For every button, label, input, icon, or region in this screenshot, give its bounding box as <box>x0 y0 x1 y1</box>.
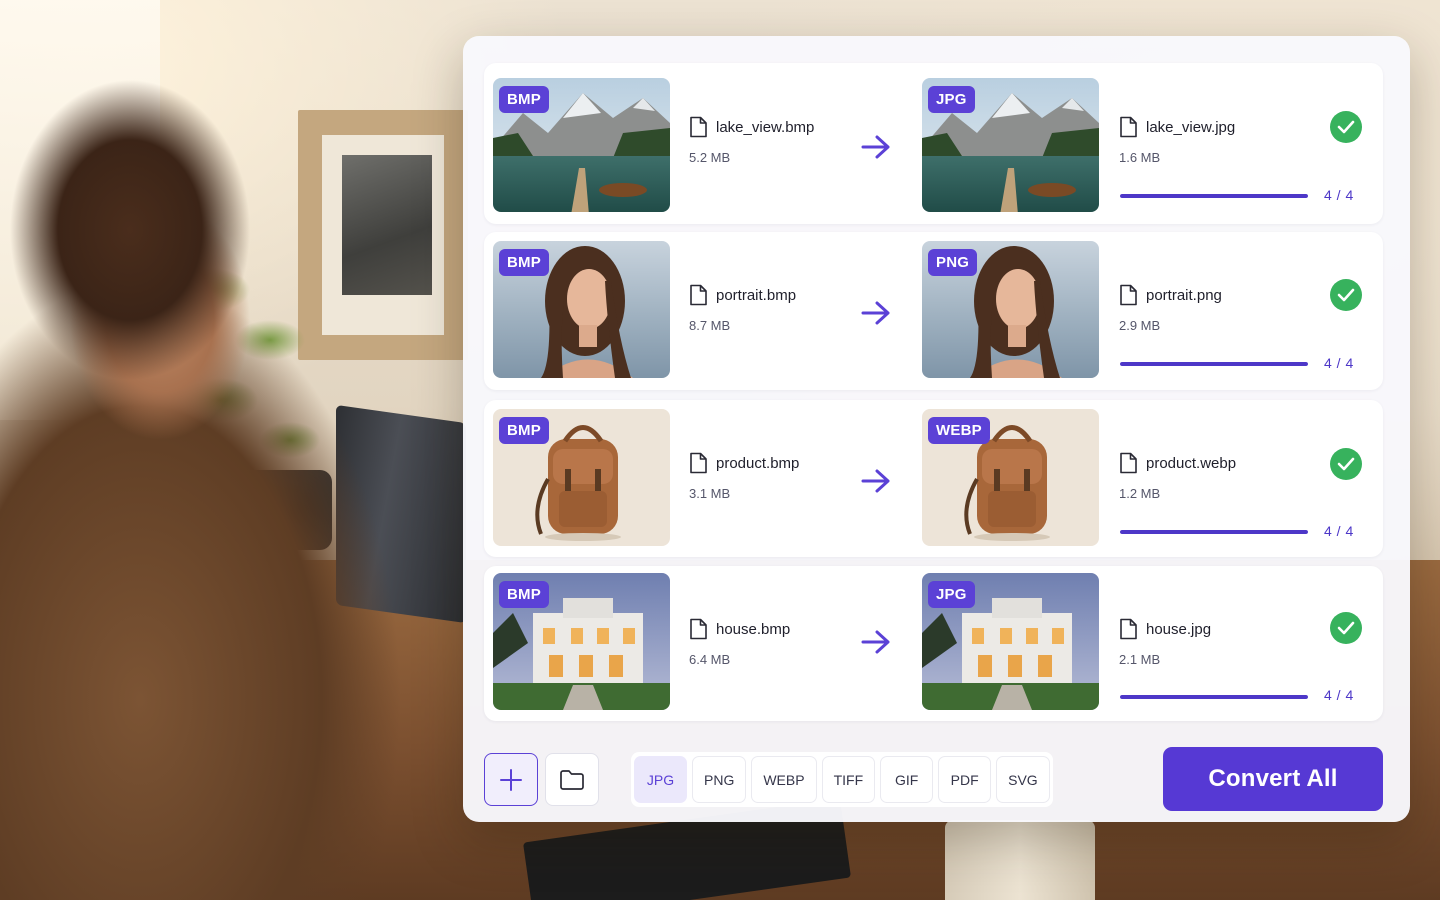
format-badge: BMP <box>499 417 549 444</box>
source-file-info: house.bmp 6.4 MB <box>689 618 790 667</box>
conversion-row: BMP product.bmp 3.1 MB WEBP product.webp… <box>484 400 1383 557</box>
folder-icon <box>560 769 584 790</box>
format-badge: BMP <box>499 581 549 608</box>
progress-count: 4 / 4 <box>1324 687 1354 703</box>
arrow-right-icon <box>861 135 890 159</box>
arrow-right-icon <box>861 469 890 493</box>
bottom-toolbar: JPG PNG WEBP TIFF GIF PDF SVG Convert Al… <box>484 747 1383 811</box>
target-thumbnail[interactable]: JPG <box>922 78 1099 212</box>
format-badge: JPG <box>928 581 975 608</box>
file-icon <box>690 284 707 306</box>
format-option-png[interactable]: PNG <box>692 756 747 803</box>
file-icon <box>1120 116 1137 138</box>
open-folder-button[interactable] <box>545 753 599 806</box>
source-file-name: lake_view.bmp <box>716 118 815 136</box>
progress-fill <box>1120 530 1308 534</box>
target-file-info: lake_view.jpg 1.6 MB <box>1119 116 1235 165</box>
target-file-info: house.jpg 2.1 MB <box>1119 618 1211 667</box>
image-converter-window: BMP lake_view.bmp 5.2 MB JPG lake_view.j… <box>463 36 1410 822</box>
file-icon <box>1120 452 1137 474</box>
format-option-tiff[interactable]: TIFF <box>821 756 876 803</box>
target-file-info: product.webp 1.2 MB <box>1119 452 1236 501</box>
file-icon <box>1120 284 1137 306</box>
target-thumbnail[interactable]: PNG <box>922 241 1099 378</box>
format-option-gif[interactable]: GIF <box>880 756 934 803</box>
source-file-name: product.bmp <box>716 454 800 472</box>
format-badge: BMP <box>499 86 549 113</box>
source-thumbnail[interactable]: BMP <box>493 573 670 710</box>
source-thumbnail[interactable]: BMP <box>493 241 670 378</box>
target-file-size: 2.1 MB <box>1119 652 1161 667</box>
format-badge: PNG <box>928 249 978 276</box>
conversion-row: BMP house.bmp 6.4 MB JPG house.jpg 2.1 M… <box>484 566 1383 721</box>
target-file-name: product.webp <box>1146 454 1237 472</box>
source-file-info: product.bmp 3.1 MB <box>689 452 799 501</box>
output-format-selector: JPG PNG WEBP TIFF GIF PDF SVG <box>631 752 1053 807</box>
checkmark-icon <box>1330 612 1362 644</box>
target-file-size: 2.9 MB <box>1119 318 1161 333</box>
progress-count: 4 / 4 <box>1324 523 1354 539</box>
target-file-name: lake_view.jpg <box>1146 118 1236 136</box>
file-icon <box>690 618 707 640</box>
add-files-button[interactable] <box>484 753 538 806</box>
source-file-name: portrait.bmp <box>716 286 797 304</box>
source-file-info: portrait.bmp 8.7 MB <box>689 284 796 333</box>
format-option-pdf[interactable]: PDF <box>938 756 992 803</box>
progress-fill <box>1120 194 1308 198</box>
source-file-size: 8.7 MB <box>689 318 731 333</box>
target-thumbnail[interactable]: WEBP <box>922 409 1099 546</box>
person-at-laptop <box>0 60 440 900</box>
target-file-size: 1.6 MB <box>1119 150 1161 165</box>
format-option-svg[interactable]: SVG <box>996 756 1050 803</box>
source-file-size: 6.4 MB <box>689 652 731 667</box>
coffee-mug <box>945 820 1095 900</box>
format-badge: JPG <box>928 86 975 113</box>
progress-fill <box>1120 695 1308 699</box>
progress-bar <box>1120 530 1308 534</box>
file-icon <box>690 116 707 138</box>
target-file-size: 1.2 MB <box>1119 486 1161 501</box>
target-thumbnail[interactable]: JPG <box>922 573 1099 710</box>
source-file-name: house.bmp <box>716 620 791 638</box>
target-file-name: portrait.png <box>1146 286 1222 304</box>
source-file-size: 5.2 MB <box>689 150 731 165</box>
progress-bar <box>1120 194 1308 198</box>
arrow-right-icon <box>861 630 890 654</box>
progress-count: 4 / 4 <box>1324 355 1354 371</box>
source-thumbnail[interactable]: BMP <box>493 78 670 212</box>
checkmark-icon <box>1330 448 1362 480</box>
convert-all-button[interactable]: Convert All <box>1163 747 1383 811</box>
format-option-jpg[interactable]: JPG <box>634 756 687 803</box>
source-thumbnail[interactable]: BMP <box>493 409 670 546</box>
file-icon <box>1120 618 1137 640</box>
checkmark-icon <box>1330 111 1362 143</box>
conversion-list: BMP lake_view.bmp 5.2 MB JPG lake_view.j… <box>484 63 1383 729</box>
format-badge: WEBP <box>928 417 990 444</box>
progress-count: 4 / 4 <box>1324 187 1354 203</box>
conversion-row: BMP portrait.bmp 8.7 MB PNG portrait.png… <box>484 232 1383 390</box>
progress-bar <box>1120 362 1308 366</box>
target-file-info: portrait.png 2.9 MB <box>1119 284 1222 333</box>
format-option-webp[interactable]: WEBP <box>751 756 817 803</box>
source-file-size: 3.1 MB <box>689 486 731 501</box>
progress-fill <box>1120 362 1308 366</box>
plus-icon <box>500 768 522 791</box>
target-file-name: house.jpg <box>1146 620 1212 638</box>
checkmark-icon <box>1330 279 1362 311</box>
progress-bar <box>1120 695 1308 699</box>
file-icon <box>690 452 707 474</box>
format-badge: BMP <box>499 249 549 276</box>
arrow-right-icon <box>861 301 890 325</box>
conversion-row: BMP lake_view.bmp 5.2 MB JPG lake_view.j… <box>484 63 1383 224</box>
source-file-info: lake_view.bmp 5.2 MB <box>689 116 814 165</box>
